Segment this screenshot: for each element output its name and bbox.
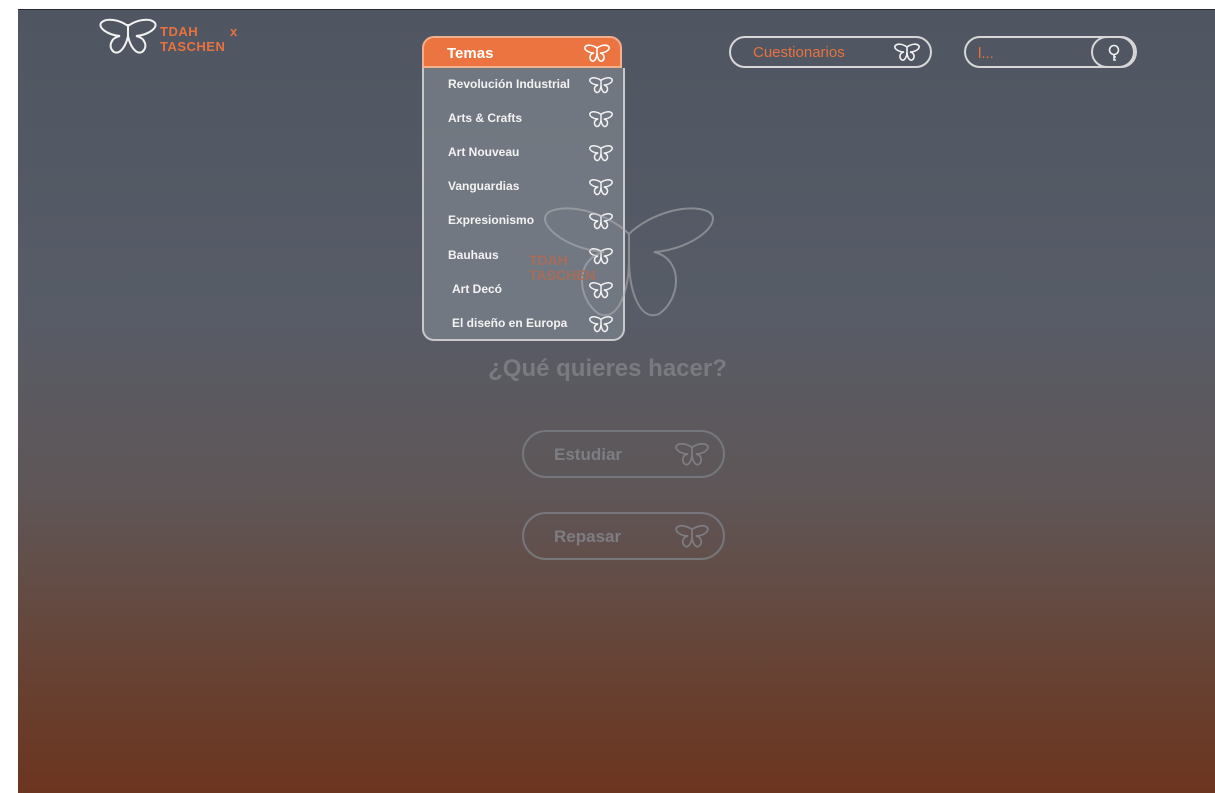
repasar-button[interactable]: Repasar: [522, 512, 725, 560]
cuestionarios-button[interactable]: Cuestionarios: [729, 36, 932, 68]
estudiar-button[interactable]: Estudiar: [522, 430, 725, 478]
center-logo-line1: TDAH: [529, 252, 568, 268]
menu-item-arts-crafts[interactable]: Arts & Crafts: [424, 107, 623, 133]
estudiar-label: Estudiar: [554, 445, 623, 464]
butterfly-icon: [675, 442, 709, 466]
butterfly-icon: [589, 77, 613, 94]
menu-item-label: Vanguardias: [448, 179, 520, 193]
search-box[interactable]: [964, 36, 1137, 68]
repasar-label: Repasar: [554, 527, 622, 546]
menu-item-art-nouveau[interactable]: Art Nouveau: [424, 141, 623, 167]
cuestionarios-label: Cuestionarios: [753, 44, 845, 61]
menu-item-revolucion-industrial[interactable]: Revolución Industrial: [424, 73, 623, 99]
menu-item-label: Art Nouveau: [448, 145, 520, 159]
search-button[interactable]: [1091, 36, 1135, 68]
butterfly-icon: [675, 524, 709, 548]
center-logo-line2: TASCHEN: [529, 267, 596, 283]
brand-line1: TDAH: [160, 24, 199, 39]
butterfly-icon: [584, 44, 610, 62]
brand-x: x: [230, 24, 238, 39]
temas-label: Temas: [447, 45, 494, 62]
menu-item-label: Expresionismo: [448, 213, 535, 227]
butterfly-icon: [894, 43, 920, 61]
center-logo: TDAH TASCHEN: [529, 204, 729, 324]
search-input[interactable]: [978, 43, 1088, 63]
menu-item-vanguardias[interactable]: Vanguardias: [424, 175, 623, 201]
page-question: ¿Qué quieres hacer?: [488, 355, 727, 382]
brand-logo[interactable]: TDAH x TASCHEN: [98, 18, 258, 58]
butterfly-icon: [589, 111, 613, 128]
butterfly-icon: [589, 179, 613, 196]
menu-item-label: Arts & Crafts: [448, 111, 523, 125]
menu-item-label: Revolución Industrial: [448, 77, 571, 91]
brand-line2: TASCHEN: [160, 39, 226, 54]
butterfly-icon: [99, 18, 157, 54]
temas-dropdown-button[interactable]: Temas: [422, 36, 622, 68]
magnifier-icon: [1108, 44, 1120, 61]
menu-item-label: Art Decó: [452, 282, 503, 296]
butterfly-icon: [589, 145, 613, 162]
menu-item-label: Bauhaus: [448, 248, 499, 262]
